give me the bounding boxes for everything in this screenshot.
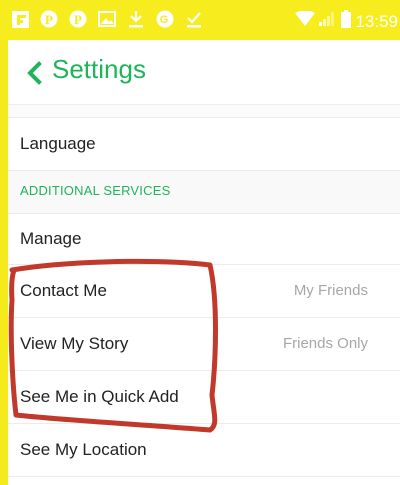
contact-me-value: My Friends bbox=[293, 282, 368, 299]
signal-icon bbox=[319, 11, 337, 32]
page-title: Settings bbox=[52, 54, 146, 84]
manage-row[interactable]: Manage bbox=[8, 214, 400, 265]
contact-me-label: Contact Me bbox=[20, 281, 107, 300]
flipboard-icon bbox=[10, 9, 30, 29]
wifi-icon bbox=[295, 10, 316, 32]
see-me-in-quick-add-row[interactable]: See Me in Quick Add bbox=[8, 371, 400, 424]
see-me-in-quick-add-label: See Me in Quick Add bbox=[20, 387, 179, 406]
system-status: 13:59 bbox=[295, 10, 398, 33]
section-header-additional-services: ADDITIONAL SERVICES bbox=[8, 171, 400, 214]
pinterest-icon: P bbox=[68, 9, 88, 29]
notification-icons: P P G bbox=[10, 9, 204, 29]
view-my-story-value: Friends Only bbox=[282, 335, 368, 352]
download-icon bbox=[126, 9, 146, 29]
language-row[interactable]: Language bbox=[8, 118, 400, 171]
status-bar: P P G 13:59 bbox=[0, 0, 400, 40]
view-my-story-label: View My Story bbox=[20, 334, 129, 353]
pinterest-icon: P bbox=[39, 9, 59, 29]
battery-icon bbox=[341, 10, 352, 33]
google-plus-icon: G bbox=[155, 9, 175, 29]
check-icon bbox=[184, 9, 204, 29]
manage-label: Manage bbox=[20, 229, 82, 248]
section-divider bbox=[8, 105, 400, 118]
settings-screen: Settings Language ADDITIONAL SERVICES Ma… bbox=[8, 40, 400, 485]
language-label: Language bbox=[20, 134, 96, 153]
view-my-story-row[interactable]: View My Story Friends Only bbox=[8, 318, 400, 371]
settings-header: Settings bbox=[8, 40, 400, 105]
section-label: ADDITIONAL SERVICES bbox=[20, 183, 171, 198]
contact-me-row[interactable]: Contact Me My Friends bbox=[8, 265, 400, 318]
svg-text:P: P bbox=[45, 12, 53, 27]
image-icon bbox=[97, 9, 117, 29]
svg-text:P: P bbox=[74, 12, 82, 27]
back-chevron-icon[interactable] bbox=[24, 60, 46, 86]
see-my-location-label: See My Location bbox=[20, 440, 147, 459]
clock: 13:59 bbox=[355, 11, 398, 31]
see-my-location-row[interactable]: See My Location bbox=[8, 424, 400, 477]
svg-text:G: G bbox=[160, 14, 169, 26]
